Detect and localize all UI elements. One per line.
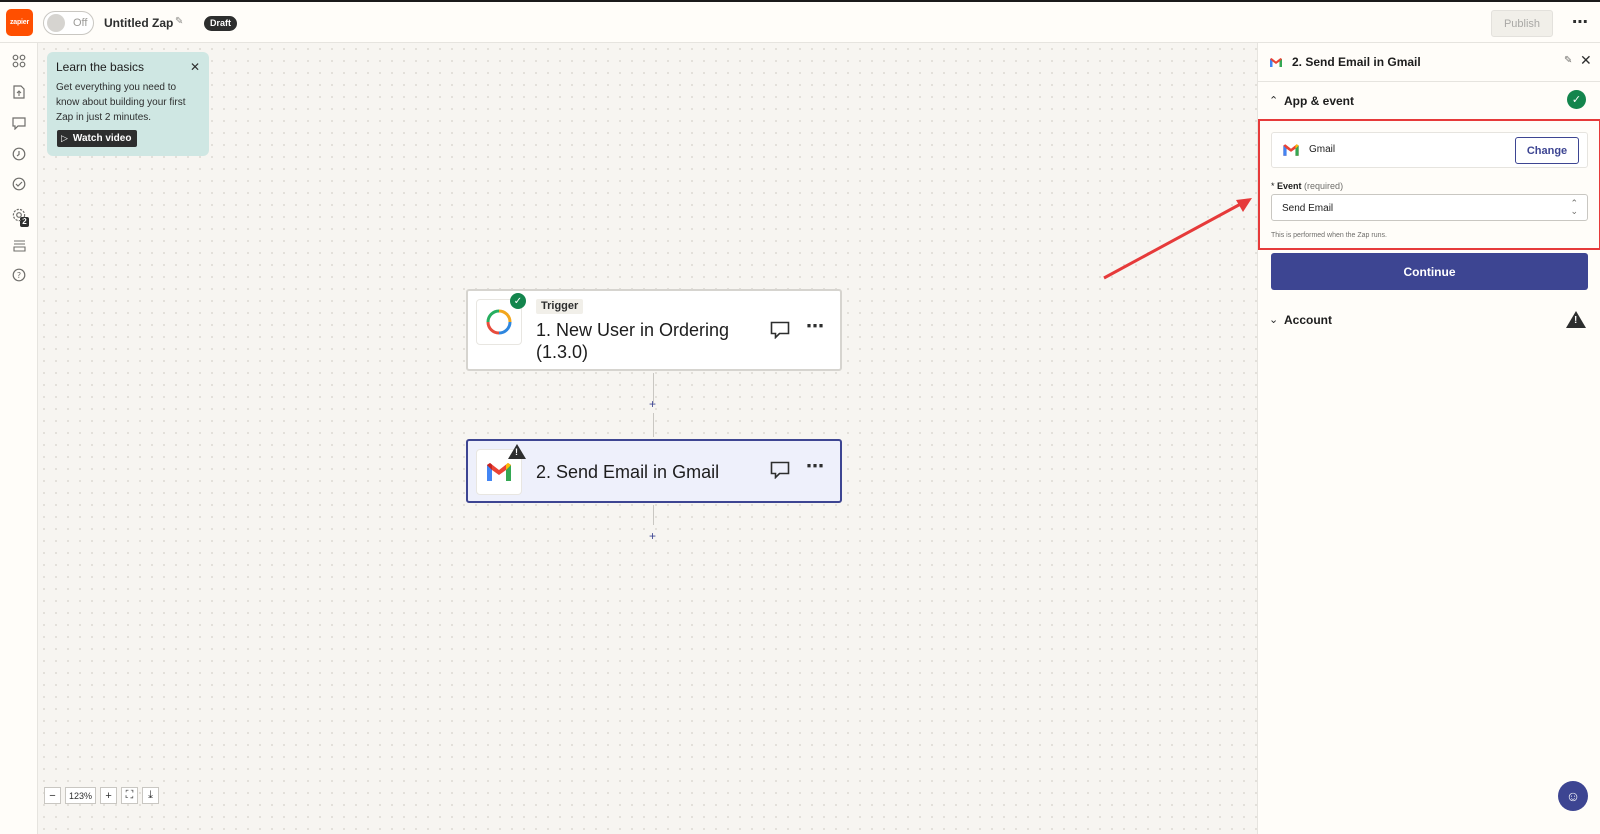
- zapier-logo[interactable]: zapier: [6, 9, 33, 36]
- top-bar: zapier Off Untitled Zap ✎ Draft Publish …: [0, 2, 1600, 43]
- action-step-card[interactable]: ! 2. Send Email in Gmail ⋯: [466, 439, 842, 503]
- zoom-level: 123%: [65, 787, 97, 804]
- zap-on-off-toggle[interactable]: Off: [43, 11, 94, 35]
- trigger-tag: Trigger: [536, 299, 584, 314]
- account-section-header[interactable]: ⌄ Account !: [1258, 302, 1600, 338]
- history-icon[interactable]: [11, 146, 27, 162]
- app-name: Gmail: [1309, 144, 1336, 155]
- zoom-controls: − 123% + ⛶ ⤓: [44, 787, 160, 804]
- app-event-section-header[interactable]: ⌃ App & event ✓: [1258, 83, 1600, 119]
- play-icon: ▷: [61, 133, 68, 143]
- check-icon: ✓: [1567, 90, 1586, 109]
- settings-icon[interactable]: [11, 207, 27, 223]
- watch-video-button[interactable]: ▷ Watch video: [57, 130, 138, 147]
- fit-to-screen-icon[interactable]: ⛶: [121, 787, 139, 804]
- step-editor-panel: 2. Send Email in Gmail ✎ ✕ ⌃ App & event…: [1257, 43, 1600, 834]
- chevron-down-icon: ⌄: [1269, 314, 1279, 326]
- section-label: Account: [1284, 313, 1332, 327]
- learn-card-body: Get everything you need to know about bu…: [56, 82, 186, 123]
- comment-icon[interactable]: [11, 115, 27, 131]
- versions-icon[interactable]: [11, 237, 27, 253]
- more-options-icon[interactable]: ⋯: [806, 316, 825, 337]
- help-icon[interactable]: ?: [11, 267, 27, 283]
- gmail-icon: [1269, 55, 1283, 73]
- close-icon[interactable]: ✕: [190, 60, 200, 74]
- event-help-text: This is performed when the Zap runs.: [1271, 232, 1387, 239]
- warning-icon: !: [1566, 311, 1586, 328]
- warning-icon: !: [508, 444, 526, 459]
- more-options-icon[interactable]: ⋯: [1572, 12, 1589, 32]
- chevron-up-icon: ⌃: [1269, 95, 1279, 107]
- learn-basics-card: Learn the basics ✕ Get everything you ne…: [47, 52, 209, 156]
- zoom-in-button[interactable]: +: [100, 787, 118, 804]
- status-icon[interactable]: [11, 176, 27, 192]
- download-icon[interactable]: ⤓: [142, 787, 160, 804]
- section-label: App & event: [1284, 94, 1355, 108]
- add-step-plus-icon[interactable]: +: [649, 529, 656, 543]
- add-step-plus-icon[interactable]: +: [649, 397, 656, 411]
- event-field-label: * Event (required): [1271, 181, 1344, 191]
- upload-icon[interactable]: [11, 84, 27, 100]
- comment-icon[interactable]: [770, 461, 790, 480]
- connector-line: [653, 413, 654, 437]
- toggle-knob: [47, 14, 65, 32]
- status-badge: Draft: [204, 16, 238, 31]
- event-select-value: Send Email: [1282, 203, 1334, 214]
- more-options-icon[interactable]: ⋯: [806, 456, 825, 477]
- zap-title[interactable]: Untitled Zap: [104, 16, 173, 30]
- apps-icon[interactable]: [11, 53, 27, 69]
- svg-text:?: ?: [17, 271, 21, 280]
- continue-button[interactable]: Continue: [1271, 253, 1588, 290]
- comment-icon[interactable]: [770, 321, 790, 340]
- event-select[interactable]: Send Email ⌃ ⌄: [1271, 194, 1588, 221]
- help-chat-button[interactable]: ☺: [1558, 781, 1588, 811]
- toggle-label: Off: [73, 17, 88, 29]
- rename-pencil-icon[interactable]: ✎: [175, 16, 183, 27]
- zoom-out-button[interactable]: −: [44, 787, 61, 804]
- zap-canvas[interactable]: Learn the basics ✕ Get everything you ne…: [38, 43, 1257, 834]
- publish-button[interactable]: Publish: [1491, 10, 1553, 37]
- required-label: (required): [1304, 181, 1344, 191]
- trigger-step-card[interactable]: ✓ Trigger 1. New User in Ordering (1.3.0…: [466, 289, 842, 371]
- help-chat-icon: ☺: [1565, 788, 1581, 804]
- connector-line: [653, 505, 654, 525]
- close-icon[interactable]: ✕: [1580, 52, 1592, 69]
- select-arrows-icon: ⌃ ⌄: [1570, 198, 1578, 216]
- gmail-icon: [1282, 143, 1300, 162]
- step-title: 1. New User in Ordering (1.3.0): [536, 320, 730, 362]
- change-app-button[interactable]: Change: [1515, 137, 1579, 164]
- watch-video-label: Watch video: [72, 133, 132, 144]
- panel-title: 2. Send Email in Gmail: [1292, 55, 1421, 69]
- learn-card-title: Learn the basics: [56, 60, 145, 74]
- left-rail: 2 ?: [0, 43, 38, 834]
- check-icon: ✓: [510, 293, 526, 309]
- annotation-arrow: [1103, 198, 1252, 280]
- edit-pencil-icon[interactable]: ✎: [1564, 55, 1572, 66]
- event-label-text: Event: [1277, 181, 1302, 191]
- panel-header: 2. Send Email in Gmail ✎ ✕: [1258, 43, 1600, 82]
- step-title: 2. Send Email in Gmail: [536, 462, 720, 482]
- selected-app-row: Gmail Change: [1271, 132, 1588, 168]
